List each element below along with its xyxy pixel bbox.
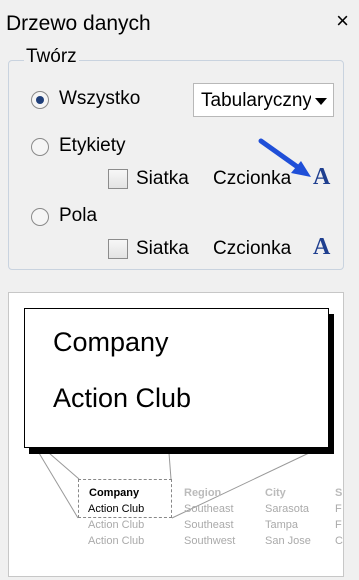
radio-labels-label: Etykiety xyxy=(59,135,126,156)
preview-cell: Southwest xyxy=(184,535,236,547)
preview-pane: Company Action Club Company Region City … xyxy=(8,292,344,577)
radio-labels[interactable] xyxy=(31,138,49,156)
panel-titlebar: Drzewo danych × xyxy=(0,0,359,38)
format-select-value: Tabularyczny xyxy=(201,90,311,111)
preview-header-company: Company xyxy=(89,487,140,499)
labels-font-icon[interactable]: A xyxy=(313,164,330,191)
radio-fields-label: Pola xyxy=(59,205,98,226)
preview-cell: Sarasota xyxy=(265,503,310,515)
chevron-down-icon xyxy=(315,98,327,105)
labels-grid-label: Siatka xyxy=(136,168,189,189)
preview-cell: San Jose xyxy=(265,535,311,547)
fields-grid-label: Siatka xyxy=(136,238,189,259)
pointer-arrow-icon xyxy=(258,138,311,177)
radio-all-label: Wszystko xyxy=(59,88,141,109)
group-legend: Twórz xyxy=(24,46,79,68)
preview-header-city: City xyxy=(265,487,286,499)
fields-font-icon[interactable]: A xyxy=(313,234,330,261)
zoom-line-2: Action Club xyxy=(53,383,192,413)
radio-all[interactable] xyxy=(31,91,49,109)
preview-cell: F xyxy=(335,519,342,531)
preview-cell: F xyxy=(335,503,342,515)
radio-fields[interactable] xyxy=(31,208,49,226)
preview-cell: Southeast xyxy=(184,519,234,531)
panel-title: Drzewo danych xyxy=(6,12,151,35)
preview-cell: Action Club xyxy=(88,519,145,531)
preview-header-s: S xyxy=(335,487,343,499)
format-select[interactable]: Tabularyczny xyxy=(193,83,334,117)
preview-cell: Tampa xyxy=(265,519,299,531)
preview-cell: Action Club xyxy=(88,535,145,547)
zoom-line-1: Company xyxy=(53,327,169,357)
fields-grid-checkbox[interactable] xyxy=(108,239,128,259)
fields-font-label: Czcionka xyxy=(213,238,292,259)
zoom-box: Company Action Club xyxy=(24,308,329,448)
preview-header-region: Region xyxy=(184,487,222,499)
labels-grid-checkbox[interactable] xyxy=(108,169,128,189)
close-icon[interactable]: × xyxy=(336,10,349,32)
preview-cell: C xyxy=(335,535,343,547)
preview-cell: Action Club xyxy=(88,503,145,515)
preview-cell: Southeast xyxy=(184,503,234,515)
